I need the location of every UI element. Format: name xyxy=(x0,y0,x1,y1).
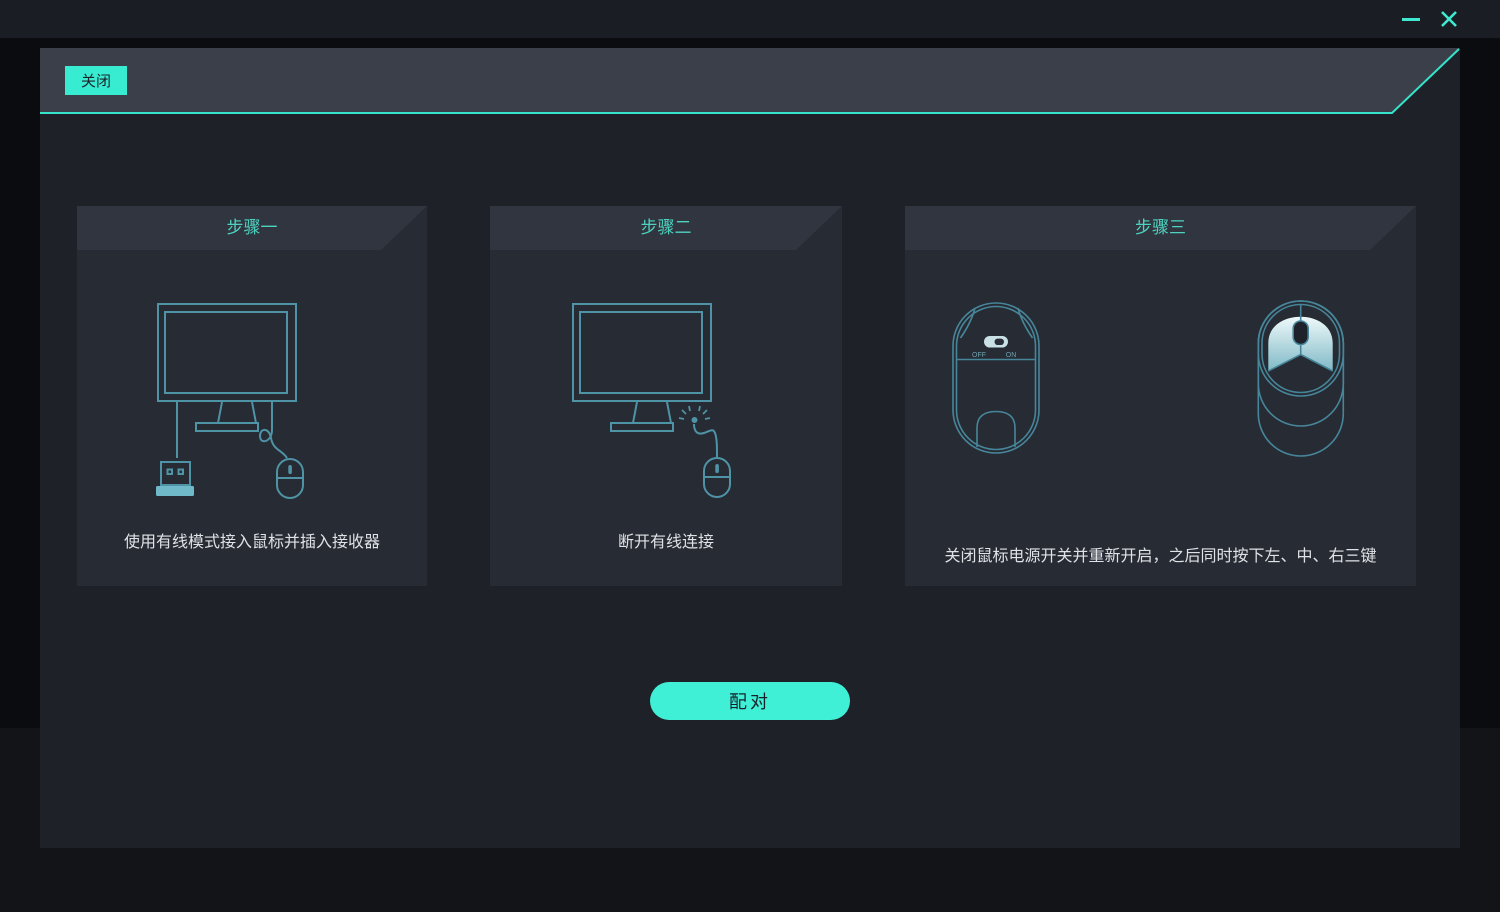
window-minimize-button[interactable] xyxy=(1397,5,1425,33)
scroll-wheel xyxy=(715,464,719,473)
monitor-receiver-mouse-illustration xyxy=(97,292,407,504)
mouse-three-button-press-illustration xyxy=(1253,298,1353,468)
power-switch xyxy=(984,336,1008,348)
app-window: 关闭 步骤一 xyxy=(0,0,1500,912)
step-card-1: 步骤一 使用有线模式接入鼠标并插入接收器 xyxy=(77,206,427,586)
pairing-dialog: 关闭 步骤一 xyxy=(40,48,1460,848)
switch-off-label: OFF xyxy=(972,352,986,359)
receiver-base xyxy=(156,486,194,496)
step-card-2: 步骤二 xyxy=(490,206,842,586)
step-3-title: 步骤三 xyxy=(905,206,1416,250)
power-switch-knob xyxy=(995,339,1005,345)
step-2-title: 步骤二 xyxy=(490,206,842,250)
scroll-wheel xyxy=(1293,321,1308,345)
cable-plug-tip xyxy=(692,417,698,423)
step-2-caption: 断开有线连接 xyxy=(490,531,842,554)
minimize-icon xyxy=(1402,18,1420,21)
scroll-wheel xyxy=(288,465,292,474)
close-icon xyxy=(1439,9,1459,29)
step-1-caption: 使用有线模式接入鼠标并插入接收器 xyxy=(77,531,427,554)
switch-on-label: ON xyxy=(1006,352,1017,359)
monitor-disconnected-mouse-illustration xyxy=(512,292,822,504)
pair-button[interactable]: 配对 xyxy=(650,682,850,720)
highlighted-buttons xyxy=(1268,317,1332,371)
dialog-header xyxy=(40,48,1460,113)
mouse-bottom-power-switch-illustration: OFF ON xyxy=(947,300,1047,460)
step-1-title: 步骤一 xyxy=(77,206,427,250)
step-card-3: 步骤三 OFF ON xyxy=(905,206,1416,586)
disconnect-spark-icon xyxy=(679,406,710,419)
titlebar xyxy=(0,0,1500,38)
window-close-button[interactable] xyxy=(1435,5,1463,33)
step-3-caption: 关闭鼠标电源开关并重新开启，之后同时按下左、中、右三键 xyxy=(905,545,1416,568)
dialog-close-button[interactable]: 关闭 xyxy=(65,66,127,95)
